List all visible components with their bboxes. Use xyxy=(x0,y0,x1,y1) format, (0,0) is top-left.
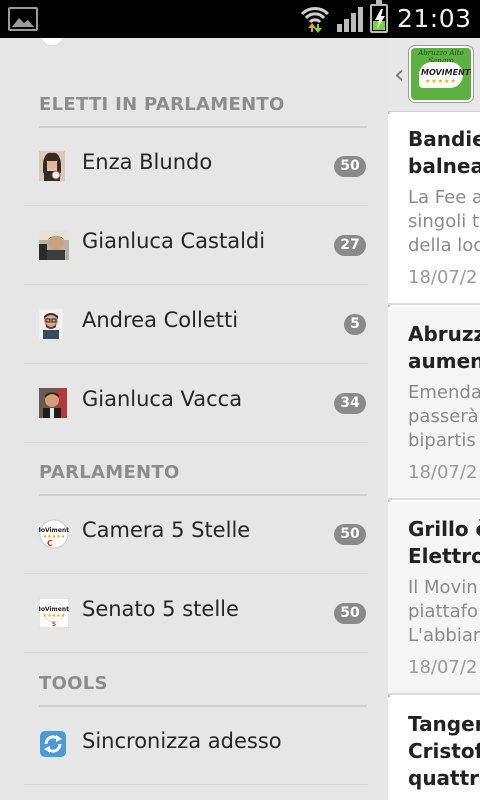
article-item[interactable]: Bandie balnea La Fee a singoli t della l… xyxy=(388,114,480,305)
article-title-line: aumen xyxy=(408,349,480,373)
count-badge: 5 xyxy=(344,314,366,335)
article-title-line: Tanger xyxy=(408,712,480,736)
article-snippet-line: passerà xyxy=(408,406,479,427)
article-snippet-line: bipartis xyxy=(408,430,476,451)
drawer-item-label: Gianluca Castaldi xyxy=(82,229,266,253)
article-snippet-line: Il Movin xyxy=(408,577,478,598)
article-snippet-line: L'abbiam xyxy=(408,625,480,646)
movimento-logo-icon[interactable] xyxy=(40,38,64,46)
app-logo[interactable]: Abruzzo Alto Sangro MOVIMENTO ★★★★★ xyxy=(409,46,473,102)
section-header-tools: TOOLS xyxy=(39,667,367,707)
drawer-item-sincronizza[interactable]: Sincronizza adesso xyxy=(24,705,368,785)
drawer-item-label: Senato 5 stelle xyxy=(82,597,239,621)
section-header-eletti: ELETTI IN PARLAMENTO xyxy=(39,88,367,128)
count-badge: 50 xyxy=(334,156,366,177)
status-bar: 21:03 xyxy=(0,0,480,38)
count-badge: 50 xyxy=(334,603,366,624)
article-date: 18/07/2 xyxy=(408,462,478,483)
wifi-icon xyxy=(300,4,330,38)
article-snippet-line: La Fee a xyxy=(408,187,480,208)
clock: 21:03 xyxy=(397,4,472,33)
count-badge: 50 xyxy=(334,524,366,545)
count-badge: 27 xyxy=(334,235,366,256)
gallery-icon xyxy=(8,7,38,31)
article-snippet-line: singoli t xyxy=(408,211,480,232)
article-title-line: quattro xyxy=(408,766,480,790)
section-header-parlamento: PARLAMENTO xyxy=(39,456,367,496)
article-title-line: Abruzz xyxy=(408,322,480,346)
drawer-item-camera-5-stelle[interactable]: MoVimento ★★★★★ C Camera 5 Stelle 50 xyxy=(24,494,368,574)
article-list-pane: ‹ Abruzzo Alto Sangro MOVIMENTO ★★★★★ Ba… xyxy=(388,38,480,800)
navigation-drawer: ELETTI IN PARLAMENTO Enza Blundo 50 Gian… xyxy=(0,38,388,800)
drawer-item-gianluca-castaldi[interactable]: Gianluca Castaldi 27 xyxy=(24,205,368,285)
article-title-line: Cristof xyxy=(408,739,480,763)
drawer-item-label: Camera 5 Stelle xyxy=(82,518,251,542)
drawer-item-label: Gianluca Vacca xyxy=(82,387,243,411)
drawer-item-label: Enza Blundo xyxy=(82,150,213,174)
article-title-line: balnea xyxy=(408,154,480,178)
drawer-item-enza-blundo[interactable]: Enza Blundo 50 xyxy=(24,126,368,206)
article-item[interactable]: Abruzz aumen Emenda passerà bipartis 18/… xyxy=(388,307,480,500)
article-snippet-line: piattafo xyxy=(408,601,478,622)
article-title-line: Elettror xyxy=(408,544,480,568)
svg-text:MoVimento: MoVimento xyxy=(39,527,69,534)
article-item[interactable]: Tanger Cristof quattro xyxy=(388,697,480,800)
article-snippet-line: della loc xyxy=(408,235,480,256)
article-title-line: Grillo è xyxy=(408,517,480,541)
count-badge: 34 xyxy=(334,393,366,414)
movimento-logo-icon: MoVimento ★★★★★ S xyxy=(35,597,73,629)
article-date: 18/07/2 xyxy=(408,267,478,288)
battery-charging-icon xyxy=(370,0,388,33)
article-title-line: Bandie xyxy=(408,127,480,151)
svg-text:MoVimento: MoVimento xyxy=(39,606,69,613)
action-bar: ‹ Abruzzo Alto Sangro MOVIMENTO ★★★★★ xyxy=(388,38,480,112)
sync-icon xyxy=(39,730,66,760)
drawer-item-label: Sincronizza adesso xyxy=(82,729,282,753)
avatar-gianluca-vacca xyxy=(39,388,67,418)
svg-text:C: C xyxy=(47,539,53,548)
avatar-andrea-colletti xyxy=(39,309,65,339)
drawer-item-senato-5-stelle[interactable]: MoVimento ★★★★★ S Senato 5 stelle 50 xyxy=(24,573,368,653)
avatar-gianluca-castaldi xyxy=(39,230,69,260)
article-snippet-line: Emenda xyxy=(408,382,480,403)
svg-text:S: S xyxy=(52,621,56,628)
drawer-item-andrea-colletti[interactable]: Andrea Colletti 5 xyxy=(24,284,368,364)
chevron-left-icon[interactable]: ‹ xyxy=(394,60,404,90)
drawer-item-label: Andrea Colletti xyxy=(82,308,239,332)
article-item[interactable]: Grillo è Elettror Il Movin piattafo L'ab… xyxy=(388,502,480,695)
signal-icon xyxy=(336,6,364,36)
svg-text:★★★★★: ★★★★★ xyxy=(43,613,66,619)
avatar-enza-blundo xyxy=(39,151,65,181)
article-date: 18/07/2 xyxy=(408,657,478,678)
drawer-item-gianluca-vacca[interactable]: Gianluca Vacca 34 xyxy=(24,363,368,443)
movimento-logo-icon: MoVimento ★★★★★ C xyxy=(35,519,73,549)
